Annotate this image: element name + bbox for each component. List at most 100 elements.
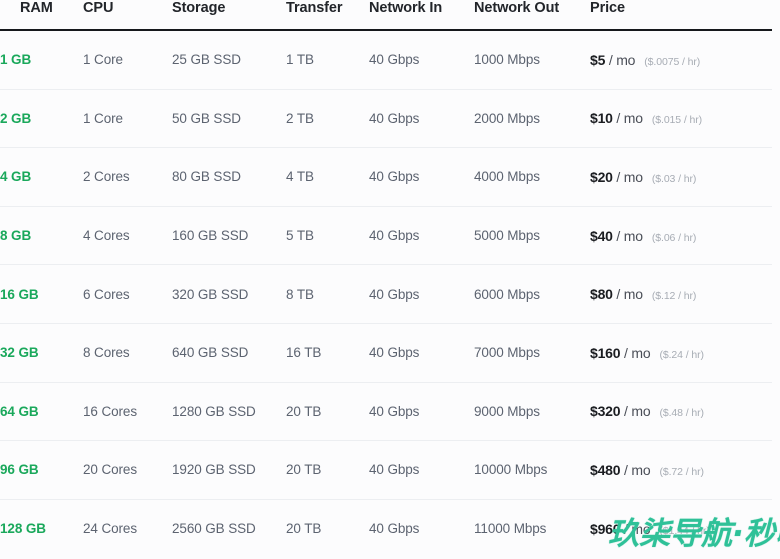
cell-ram: 96 GB [0, 440, 83, 500]
price-hourly-rate: ($.12 / hr) [651, 290, 697, 303]
ram-value: 64 GB [0, 403, 39, 419]
cell-storage: 25 GB SSD [172, 30, 286, 90]
cell-ram: 16 GB [0, 264, 83, 324]
cell-network-out: 6000 Mbps [474, 264, 590, 324]
cell-storage: 1920 GB SSD [172, 440, 286, 500]
cell-storage: 160 GB SSD [172, 206, 286, 266]
price-period: / mo [624, 403, 651, 420]
column-header-network-in[interactable]: Network In [369, 0, 474, 31]
cell-network-out: 10000 Mbps [474, 440, 590, 500]
price-hourly-rate: ($.015 / hr) [651, 114, 703, 127]
cell-transfer: 4 TB [286, 147, 369, 207]
cell-cpu: 4 Cores [83, 206, 172, 266]
ram-value: 2 GB [0, 110, 32, 126]
table-row[interactable]: 2 GB 1 Core 50 GB SSD 2 TB 40 Gbps 2000 … [0, 89, 772, 149]
price-period: / mo [608, 51, 636, 68]
cell-storage: 640 GB SSD [172, 323, 286, 383]
cell-cpu: 2 Cores [83, 147, 172, 207]
cell-storage: 2560 GB SSD [172, 521, 256, 537]
ram-value: 4 GB [0, 169, 32, 185]
cell-cpu: 24 Cores [83, 521, 137, 537]
table-row[interactable]: 96 GB 20 Cores 1920 GB SSD 20 TB 40 Gbps… [0, 440, 772, 500]
price-hourly-rate: ($1.44 / hr) [659, 524, 710, 537]
cell-storage: 320 GB SSD [172, 264, 286, 324]
table-header-row: RAM CPU Storage Transfer Network In Netw… [0, 0, 772, 31]
table-row[interactable]: 32 GB 8 Cores 640 GB SSD 16 TB 40 Gbps 7… [0, 323, 772, 383]
cell-price: $10 / mo ($.015 / hr) [590, 89, 772, 149]
table-row[interactable]: 1 GB 1 Core 25 GB SSD 1 TB 40 Gbps 1000 … [0, 30, 772, 90]
price-amount: $20 [590, 168, 613, 185]
price-period: / mo [616, 110, 643, 127]
cell-network-out: 4000 Mbps [474, 147, 590, 207]
table-row[interactable]: 16 GB 6 Cores 320 GB SSD 8 TB 40 Gbps 60… [0, 264, 772, 324]
cell-transfer: 20 TB [286, 440, 369, 500]
cell-price: $160 / mo ($.24 / hr) [590, 323, 772, 383]
price-amount: $320 [590, 403, 621, 420]
price-hourly-rate: ($.72 / hr) [659, 465, 704, 478]
cell-network-out: 9000 Mbps [474, 382, 590, 442]
cell-price: $480 / mo ($.72 / hr) [590, 440, 772, 500]
cell-network-in: 40 Gbps [369, 206, 474, 266]
cell-network-out: 1000 Mbps [474, 30, 590, 90]
cell-cpu: 6 Cores [83, 264, 172, 324]
cell-transfer: 16 TB [286, 323, 369, 383]
price-amount: $5 [590, 51, 606, 68]
table-row[interactable]: 8 GB 4 Cores 160 GB SSD 5 TB 40 Gbps 500… [0, 206, 772, 266]
cell-transfer: 5 TB [286, 206, 369, 266]
table-row[interactable]: 4 GB 2 Cores 80 GB SSD 4 TB 40 Gbps 4000… [0, 147, 772, 207]
column-header-ram[interactable]: RAM [0, 0, 83, 31]
ram-value: 96 GB [0, 462, 39, 478]
cell-price: $5 / mo ($.0075 / hr) [590, 30, 772, 90]
cell-transfer: 20 TB [286, 382, 369, 442]
price-period: / mo [624, 461, 651, 478]
cell-network-out: 11000 Mbps [474, 521, 547, 537]
cell-price: $40 / mo ($.06 / hr) [590, 206, 772, 266]
cell-ram: 64 GB [0, 382, 83, 442]
price-amount: $80 [590, 286, 613, 303]
column-header-network-out[interactable]: Network Out [474, 0, 590, 31]
price-amount: $160 [590, 344, 621, 361]
cell-price: $20 / mo ($.03 / hr) [590, 147, 772, 207]
cell-network-out: 2000 Mbps [474, 89, 590, 149]
price-hourly-rate: ($.03 / hr) [651, 172, 697, 185]
cell-price: $80 / mo ($.12 / hr) [590, 264, 772, 324]
table-row[interactable]: 64 GB 16 Cores 1280 GB SSD 20 TB 40 Gbps… [0, 382, 772, 442]
ram-value: 128 GB [0, 521, 46, 537]
cell-storage: 50 GB SSD [172, 89, 286, 149]
cell-ram: 32 GB [0, 323, 83, 383]
column-header-price[interactable]: Price [590, 0, 772, 31]
cell-network-in: 40 Gbps [369, 30, 474, 90]
cell-ram: 1 GB [0, 30, 83, 90]
ram-value: 1 GB [0, 52, 32, 68]
cell-network-in: 40 Gbps [369, 89, 474, 149]
price-period: / mo [624, 520, 651, 537]
price-hourly-rate: ($.06 / hr) [651, 231, 697, 244]
ram-value: 16 GB [0, 286, 39, 302]
cell-network-in: 40 Gbps [369, 147, 474, 207]
ram-value: 32 GB [0, 345, 39, 361]
cell-network-in: 40 Gbps [369, 440, 474, 500]
cell-network-out: 5000 Mbps [474, 206, 590, 266]
column-header-transfer[interactable]: Transfer [286, 0, 369, 31]
column-header-storage[interactable]: Storage [172, 0, 286, 31]
cell-ram: 4 GB [0, 147, 83, 207]
cell-cpu: 1 Core [83, 30, 172, 90]
table-row[interactable]: 128 GB 24 Cores 2560 GB SSD 20 TB 40 Gbp… [0, 499, 772, 557]
cell-transfer: 8 TB [286, 264, 369, 324]
table-head: RAM CPU Storage Transfer Network In Netw… [0, 0, 772, 31]
cell-cpu: 8 Cores [83, 323, 172, 383]
price-hourly-rate: ($.48 / hr) [659, 407, 704, 420]
ram-value: 8 GB [0, 228, 32, 244]
price-amount: $480 [590, 461, 621, 478]
cell-network-in: 40 Gbps [369, 382, 474, 442]
cell-ram: 128 GB [0, 499, 83, 557]
cell-transfer: 2 TB [286, 89, 369, 149]
table-body: 1 GB 1 Core 25 GB SSD 1 TB 40 Gbps 1000 … [0, 30, 772, 557]
cell-price: $320 / mo ($.48 / hr) [590, 382, 772, 442]
cell-cpu: 1 Core [83, 89, 172, 149]
cell-cpu: 20 Cores [83, 440, 172, 500]
price-period: / mo [624, 344, 651, 361]
price-period: / mo [616, 227, 643, 244]
column-header-cpu[interactable]: CPU [83, 0, 172, 31]
cell-network-in: 40 Gbps [369, 264, 474, 324]
